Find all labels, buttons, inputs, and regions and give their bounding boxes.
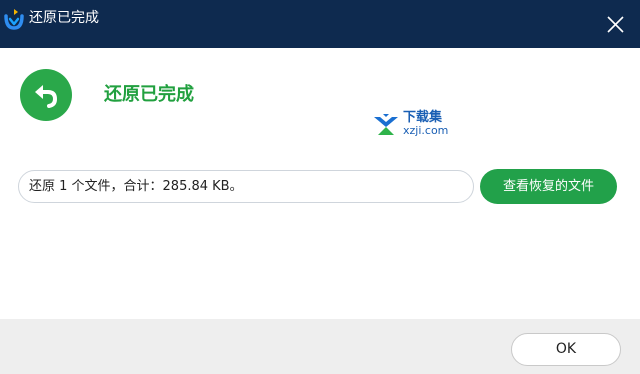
watermark: 下载集 xzji.com (372, 110, 464, 139)
window-title: 还原已完成 (29, 10, 99, 26)
watermark-en-text: xzji.com (403, 124, 449, 137)
status-heading: 还原已完成 (104, 84, 194, 105)
watermark-cn-text: 下载集 (403, 110, 443, 125)
app-logo-icon (4, 7, 24, 31)
view-recovered-files-button[interactable]: 查看恢复的文件 (480, 169, 617, 204)
close-icon (607, 16, 624, 33)
close-button[interactable] (598, 8, 632, 40)
title-bar: 还原已完成 (0, 0, 640, 48)
result-summary-field: 还原 1 个文件，合计：285.84 KB。 (18, 170, 474, 203)
result-summary-text: 还原 1 个文件，合计：285.84 KB。 (29, 179, 243, 194)
footer-bar: OK (0, 319, 640, 374)
watermark-logo-icon (374, 114, 398, 135)
undo-arrow-icon (20, 69, 72, 121)
ok-button[interactable]: OK (511, 333, 621, 366)
